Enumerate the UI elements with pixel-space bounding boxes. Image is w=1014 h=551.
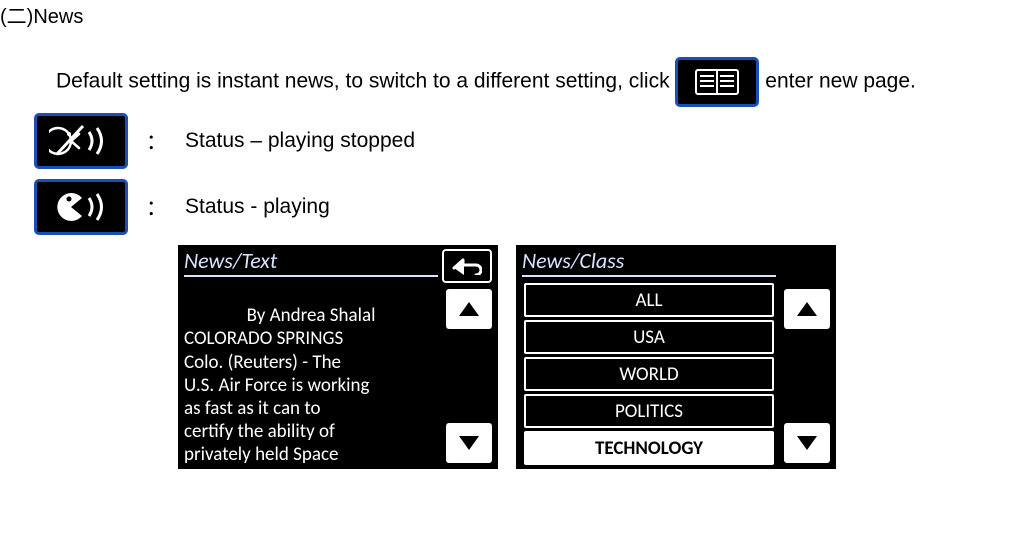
status-stopped-icon <box>34 113 128 169</box>
intro-paragraph: Default setting is instant news, to swit… <box>0 57 1014 107</box>
status-stopped-text: Status – playing stopped <box>185 129 415 153</box>
device-screen-news-text: News/Text By Andrea ShalalCOLORADO SPR <box>178 245 498 469</box>
status-playing-icon <box>34 179 128 235</box>
triangle-down-icon <box>457 434 481 452</box>
class-scroll-down-button[interactable] <box>784 423 830 463</box>
class-list-item-selected[interactable]: TECHNOLOGY <box>524 431 774 465</box>
class-list-item[interactable]: WORLD <box>524 357 774 391</box>
book-icon <box>675 57 759 107</box>
news-text-body: By Andrea ShalalCOLORADO SPRINGS Colo. (… <box>184 281 438 465</box>
intro-text-part1: Default setting is instant news, to swit… <box>56 70 675 93</box>
back-button[interactable] <box>442 249 492 283</box>
class-list: ALL USA WORLD POLITICS TECHNOLOGY <box>524 283 774 465</box>
status-stopped-colon: ： <box>146 126 167 156</box>
intro-text-part2: enter new page. <box>765 70 916 93</box>
screen-class-header: News/Class <box>522 247 624 274</box>
class-list-item[interactable]: POLITICS <box>524 394 774 428</box>
class-list-item[interactable]: ALL <box>524 283 774 317</box>
status-playing-colon: ： <box>146 192 167 222</box>
screen-text-header-line <box>184 275 438 277</box>
triangle-up-icon <box>795 300 819 318</box>
status-stopped-row: ： Status – playing stopped <box>34 113 1014 169</box>
status-playing-text: Status - playing <box>185 195 330 219</box>
section-heading: (二)News <box>0 0 1014 29</box>
status-playing-row: ： Status - playing <box>34 179 1014 235</box>
scroll-up-button[interactable] <box>446 289 492 329</box>
news-text-first-line: By Andrea Shalal <box>184 304 438 327</box>
screen-text-header: News/Text <box>184 247 277 274</box>
class-scroll-up-button[interactable] <box>784 289 830 329</box>
class-list-item[interactable]: USA <box>524 320 774 354</box>
device-screen-news-class: News/Class ALL USA WORLD POLITICS TECHNO… <box>516 245 836 469</box>
scroll-down-button[interactable] <box>446 423 492 463</box>
triangle-up-icon <box>457 300 481 318</box>
triangle-down-icon <box>795 434 819 452</box>
news-text-rest: COLORADO SPRINGS Colo. (Reuters) - The U… <box>184 327 369 489</box>
screen-class-header-line <box>522 275 776 277</box>
back-arrow-icon <box>452 257 482 275</box>
